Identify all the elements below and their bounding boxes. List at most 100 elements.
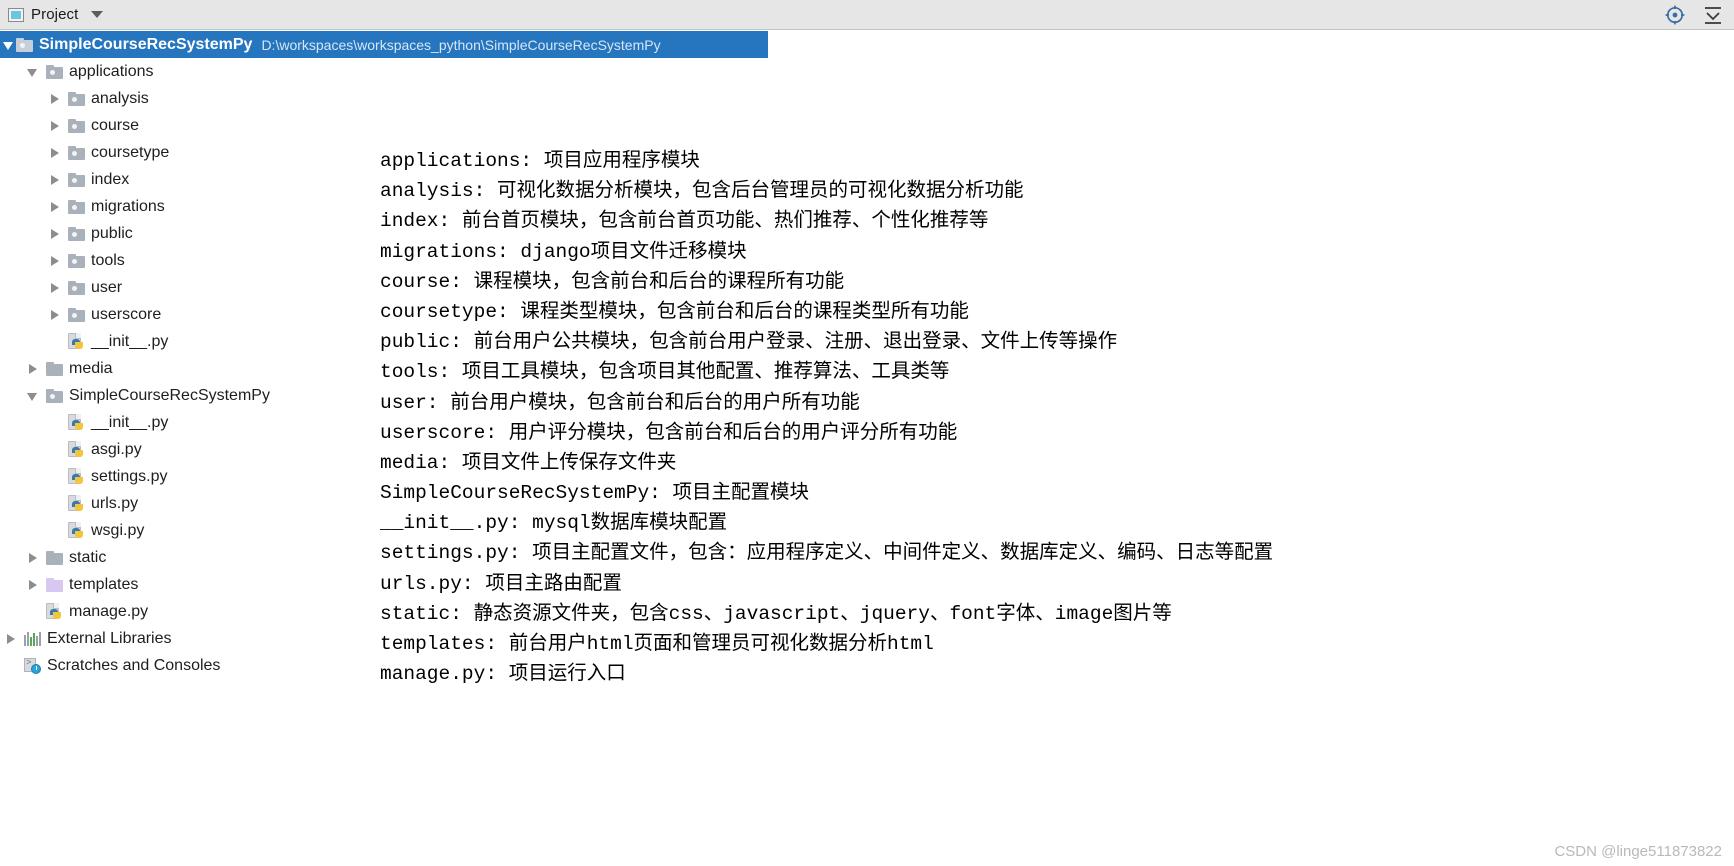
tree-row-label: applications: [69, 63, 154, 80]
tree-row-label: SimpleCourseRecSystemPy: [69, 387, 270, 404]
folder-icon: [46, 550, 63, 565]
description-line: urls.py: 项目主路由配置: [380, 572, 622, 595]
csdn-watermark: CSDN @linge511873822: [1554, 843, 1722, 860]
tree-row-label: settings.py: [91, 468, 168, 485]
description-line: userscore: 用户评分模块，包含前台和后台的用户评分所有功能: [380, 421, 958, 444]
folder-source-icon: [68, 280, 85, 295]
folder-source-icon: [68, 145, 85, 160]
tree-row-label: analysis: [91, 90, 149, 107]
expand-arrow-icon[interactable]: [48, 227, 62, 241]
expand-arrow-icon[interactable]: [26, 65, 40, 79]
tool-window-title-group[interactable]: Project: [0, 6, 104, 23]
description-line: analysis: 可视化数据分析模块，包含后台管理员的可视化数据分析功能: [380, 180, 1024, 203]
python-file-icon: [68, 414, 85, 431]
description-line: applications: 项目应用程序模块: [380, 150, 700, 172]
python-file-icon: [68, 522, 85, 539]
tree-row-label: __init__.py: [91, 414, 169, 431]
description-line: static: 静态资源文件夹，包含css、javascript、jquery、…: [380, 602, 1172, 625]
project-structure-description: applications: 项目应用程序模块 analysis: 可视化数据分析模…: [380, 146, 1700, 689]
tree-row-label: SimpleCourseRecSystemPy: [39, 36, 253, 53]
folder-source-icon: [68, 172, 85, 187]
tree-row-label: course: [91, 117, 140, 134]
description-line: migrations: django项目文件迁移模块: [380, 240, 747, 263]
folder-template-icon: [46, 577, 63, 592]
python-file-icon: [68, 333, 85, 350]
tree-row-label: Scratches and Consoles: [47, 657, 221, 674]
tree-row-course[interactable]: course: [0, 112, 1734, 139]
folder-source-icon: [68, 253, 85, 268]
tool-window-header: Project: [0, 0, 1734, 30]
folder-source-icon: [68, 307, 85, 322]
description-line: course: 课程模块，包含前台和后台的课程所有功能: [380, 270, 845, 293]
tree-row-label: manage.py: [69, 603, 149, 620]
description-line: settings.py: 项目主配置文件，包含：应用程序定义、中间件定义、数据库…: [380, 542, 1274, 565]
description-line: media: 项目文件上传保存文件夹: [380, 451, 677, 474]
expand-arrow-icon: [26, 605, 40, 619]
description-line: SimpleCourseRecSystemPy: 项目主配置模块: [380, 482, 810, 505]
description-line: __init__.py: mysql数据库模块配置: [380, 512, 728, 535]
tree-row-label: templates: [69, 576, 139, 593]
description-line: templates: 前台用户html页面和管理员可视化数据分析html: [380, 633, 934, 655]
folder-source-icon: [68, 118, 85, 133]
python-file-icon: [68, 468, 85, 485]
collapse-all-icon[interactable]: [1702, 4, 1724, 26]
tree-row-label: userscore: [91, 306, 162, 323]
expand-arrow-icon[interactable]: [4, 632, 18, 646]
tree-row-label: External Libraries: [47, 630, 172, 647]
tree-row-root[interactable]: SimpleCourseRecSystemPy D:\workspaces\wor…: [0, 31, 768, 58]
description-line: tools: 项目工具模块，包含项目其他配置、推荐算法、工具类等: [380, 361, 950, 384]
tree-row-label: index: [91, 171, 130, 188]
expand-arrow-icon: [4, 659, 18, 673]
tree-row-label: static: [69, 549, 107, 566]
folder-source-icon: [68, 199, 85, 214]
description-line: index: 前台首页模块，包含前台首页功能、热们推荐、个性化推荐等: [380, 210, 989, 233]
expand-arrow-icon[interactable]: [48, 308, 62, 322]
pycharm-project-window: Project SimpleCourseRecSystemPy D:\works…: [0, 0, 1734, 866]
folder-source-icon: [68, 226, 85, 241]
python-file-icon: [68, 495, 85, 512]
expand-arrow-icon[interactable]: [48, 92, 62, 106]
tree-row-label: public: [91, 225, 133, 242]
expand-arrow-icon[interactable]: [26, 389, 40, 403]
expand-arrow-icon[interactable]: [48, 200, 62, 214]
tree-row-analysis[interactable]: analysis: [0, 85, 1734, 112]
expand-arrow-icon[interactable]: [48, 119, 62, 133]
tree-row-label: user: [91, 279, 123, 296]
folder-icon: [46, 361, 63, 376]
expand-arrow-icon[interactable]: [48, 173, 62, 187]
tool-window-actions: [1664, 0, 1724, 30]
external-libraries-icon: [24, 631, 41, 646]
tool-window-title: Project: [31, 6, 79, 23]
project-path: D:\workspaces\workspaces_python\SimpleCo…: [261, 36, 661, 53]
expand-arrow-icon[interactable]: [26, 551, 40, 565]
expand-arrow-icon[interactable]: [48, 281, 62, 295]
chevron-down-icon[interactable]: [91, 11, 104, 18]
scratches-icon: [24, 657, 41, 674]
expand-arrow-icon: [48, 497, 62, 511]
folder-source-icon: [46, 388, 63, 403]
expand-arrow-icon: [48, 524, 62, 538]
python-file-icon: [46, 603, 63, 620]
expand-arrow-icon[interactable]: [26, 362, 40, 376]
description-line: manage.py: 项目运行入口: [380, 663, 626, 686]
folder-source-icon: [46, 64, 63, 79]
description-line: public: 前台用户公共模块，包含前台用户登录、注册、退出登录、文件上传等操…: [380, 331, 1118, 354]
description-line: user: 前台用户模块，包含前台和后台的用户所有功能: [380, 391, 860, 414]
folder-source-icon: [68, 91, 85, 106]
expand-arrow-icon[interactable]: [48, 146, 62, 160]
expand-arrow-icon[interactable]: [26, 578, 40, 592]
locate-icon[interactable]: [1664, 4, 1686, 26]
expand-arrow-icon: [48, 416, 62, 430]
tree-row-label: asgi.py: [91, 441, 142, 458]
expand-arrow-icon[interactable]: [48, 254, 62, 268]
expand-arrow-icon: [48, 470, 62, 484]
project-icon: [8, 7, 24, 22]
expand-arrow-icon[interactable]: [2, 38, 16, 52]
expand-arrow-icon: [48, 443, 62, 457]
python-file-icon: [68, 441, 85, 458]
tree-row-label: urls.py: [91, 495, 139, 512]
tree-row-applications[interactable]: applications: [0, 58, 1734, 85]
tree-row-label: tools: [91, 252, 125, 269]
tree-row-label: wsgi.py: [91, 522, 145, 539]
description-line: coursetype: 课程类型模块，包含前台和后台的课程类型所有功能: [380, 300, 969, 323]
